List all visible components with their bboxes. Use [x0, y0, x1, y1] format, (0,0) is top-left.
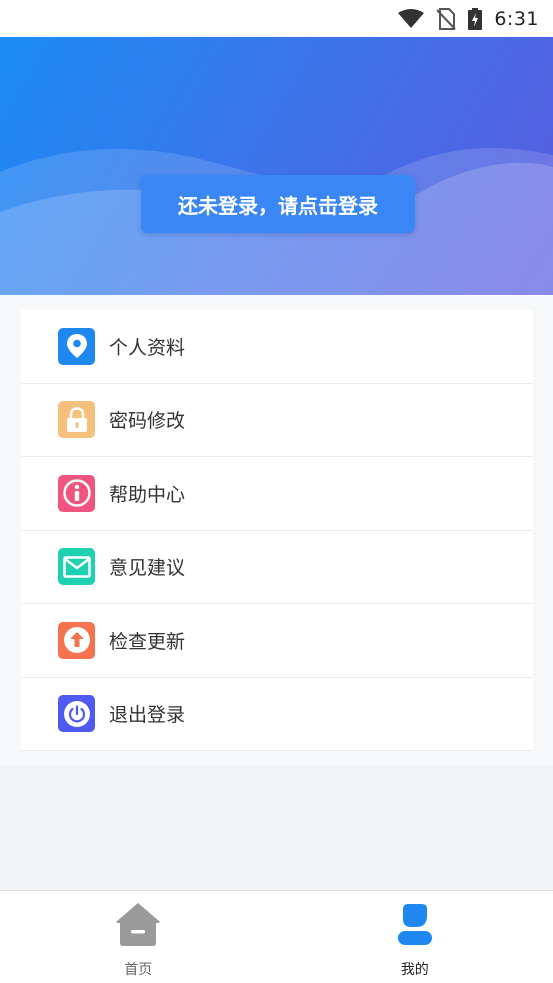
tab-label: 我的: [400, 962, 429, 978]
menu-item-label: 退出登录: [109, 704, 186, 727]
login-button[interactable]: 还未登录，请点击登录: [141, 175, 415, 233]
bottom-navigation: 首页 我的: [0, 890, 553, 983]
menu-item-label: 检查更新: [109, 630, 186, 653]
user-icon: [392, 901, 438, 951]
menu-item-label: 个人资料: [109, 336, 186, 359]
menu-item-check-update[interactable]: 检查更新: [21, 604, 533, 678]
menu-item-logout[interactable]: 退出登录: [21, 678, 533, 751]
menu-item-profile[interactable]: 个人资料: [21, 310, 533, 384]
profile-header: 还未登录，请点击登录: [0, 37, 553, 295]
status-bar: 6:31: [0, 0, 553, 37]
lock-icon: [58, 401, 95, 439]
menu-item-label: 帮助中心: [109, 483, 186, 506]
menu-item-label: 密码修改: [109, 410, 186, 433]
tab-label: 首页: [124, 962, 153, 978]
no-sim-icon: [436, 7, 457, 30]
menu-item-help-center[interactable]: 帮助中心: [21, 457, 533, 531]
screen: 6:31 还未登录，请点击登录 个人资料 密码修改 帮助中心 意见建议 检查更新…: [0, 0, 553, 983]
menu-item-change-password[interactable]: 密码修改: [21, 384, 533, 457]
mail-icon: [58, 548, 95, 586]
battery-charging-icon: [468, 7, 483, 30]
header-waves: [0, 147, 553, 295]
home-icon: [115, 901, 161, 951]
menu-item-feedback[interactable]: 意见建议: [21, 531, 533, 604]
status-time: 6:31: [494, 7, 539, 30]
upload-arrow-icon: [58, 621, 95, 659]
power-icon: [58, 695, 95, 733]
tab-home[interactable]: 首页: [0, 891, 277, 983]
tab-mine[interactable]: 我的: [277, 891, 553, 983]
wifi-icon: [398, 8, 425, 29]
info-icon: [58, 474, 95, 512]
settings-menu: 个人资料 密码修改 帮助中心 意见建议 检查更新 退出登录: [21, 310, 533, 751]
menu-item-label: 意见建议: [109, 557, 186, 580]
location-pin-icon: [58, 327, 95, 365]
